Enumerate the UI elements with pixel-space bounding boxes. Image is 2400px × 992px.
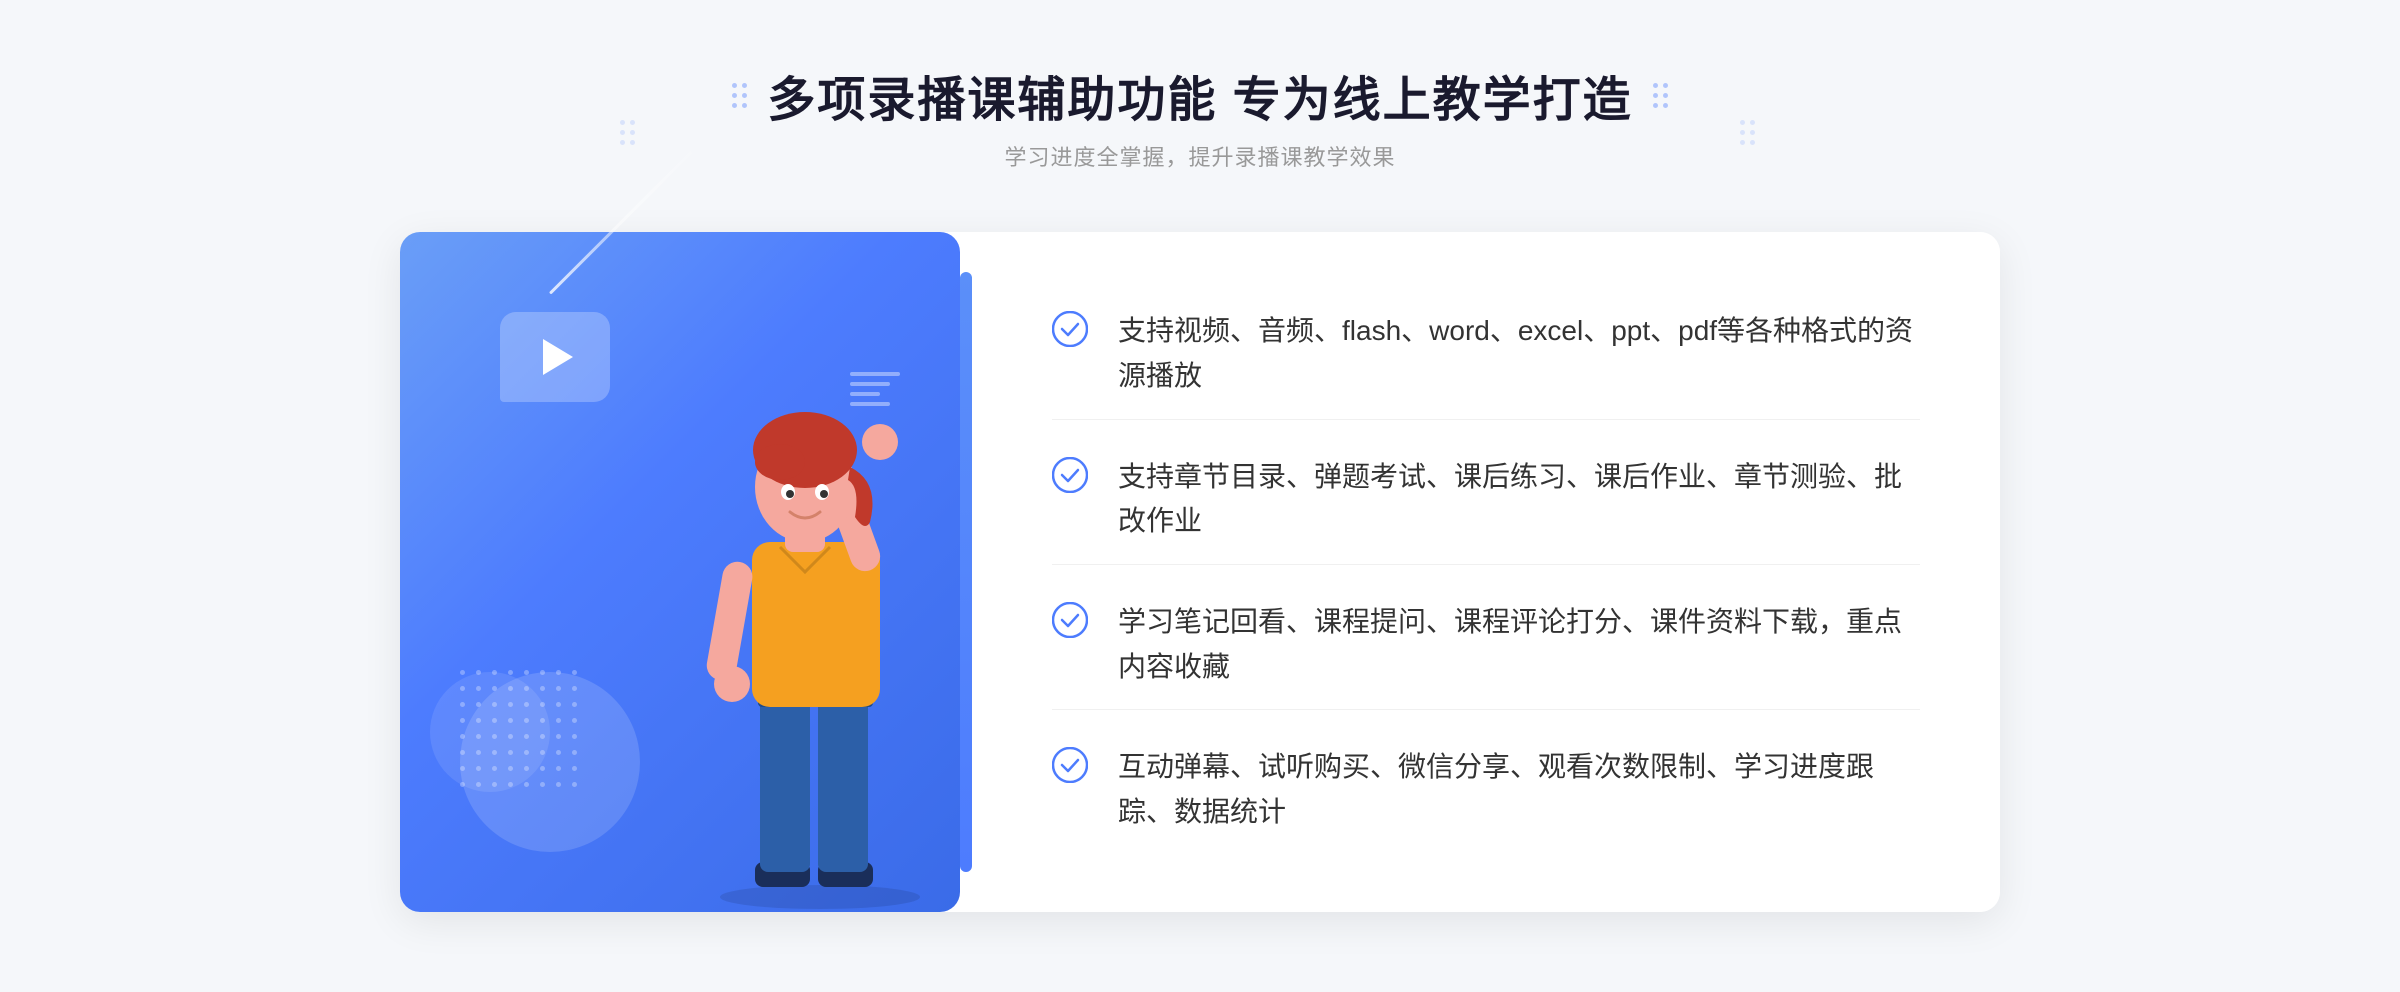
page-title: 多项录播课辅助功能 专为线上教学打造 [767,60,1632,130]
feature-text-2: 支持章节目录、弹题考试、课后练习、课后作业、章节测验、批改作业 [1118,455,1920,545]
header-dots-left [620,120,660,160]
features-area: 支持视频、音频、flash、word、excel、ppt、pdf等各种格式的资源… [972,232,2000,912]
video-bubble [500,312,610,402]
pointer-line [549,151,693,295]
person-figure [670,332,990,912]
page-header: 多项录播课辅助功能 专为线上教学打造 [732,60,1667,130]
content-card: 支持视频、音频、flash、word、excel、ppt、pdf等各种格式的资源… [400,232,2000,912]
feature-item-1: 支持视频、音频、flash、word、excel、ppt、pdf等各种格式的资源… [1052,289,1920,420]
check-icon-2 [1052,457,1088,493]
page-wrapper: 多项录播课辅助功能 专为线上教学打造 学习进度全掌握，提升录播课教学效果 » [0,0,2400,992]
page-subtitle: 学习进度全掌握，提升录播课教学效果 [1004,140,1395,172]
feature-item-4: 互动弹幕、试听购买、微信分享、观看次数限制、学习进度跟踪、数据统计 [1052,725,1920,855]
header-dots-right [1740,120,1780,160]
check-icon-3 [1052,602,1088,638]
check-icon-4 [1052,747,1088,783]
feature-text-3: 学习笔记回看、课程提问、课程评论打分、课件资料下载，重点内容收藏 [1118,600,1920,690]
feature-text-1: 支持视频、音频、flash、word、excel、ppt、pdf等各种格式的资源… [1118,309,1920,399]
feature-item-3: 学习笔记回看、课程提问、课程评论打分、课件资料下载，重点内容收藏 [1052,580,1920,711]
feature-text-4: 互动弹幕、试听购买、微信分享、观看次数限制、学习进度跟踪、数据统计 [1118,745,1920,835]
feature-item-2: 支持章节目录、弹题考试、课后练习、课后作业、章节测验、批改作业 [1052,435,1920,566]
title-dots-right [1653,83,1668,108]
title-dots-left [732,83,747,108]
illustration-area [400,232,960,912]
check-icon-1 [1052,311,1088,347]
dots-grid [460,670,582,792]
play-icon [543,339,573,375]
